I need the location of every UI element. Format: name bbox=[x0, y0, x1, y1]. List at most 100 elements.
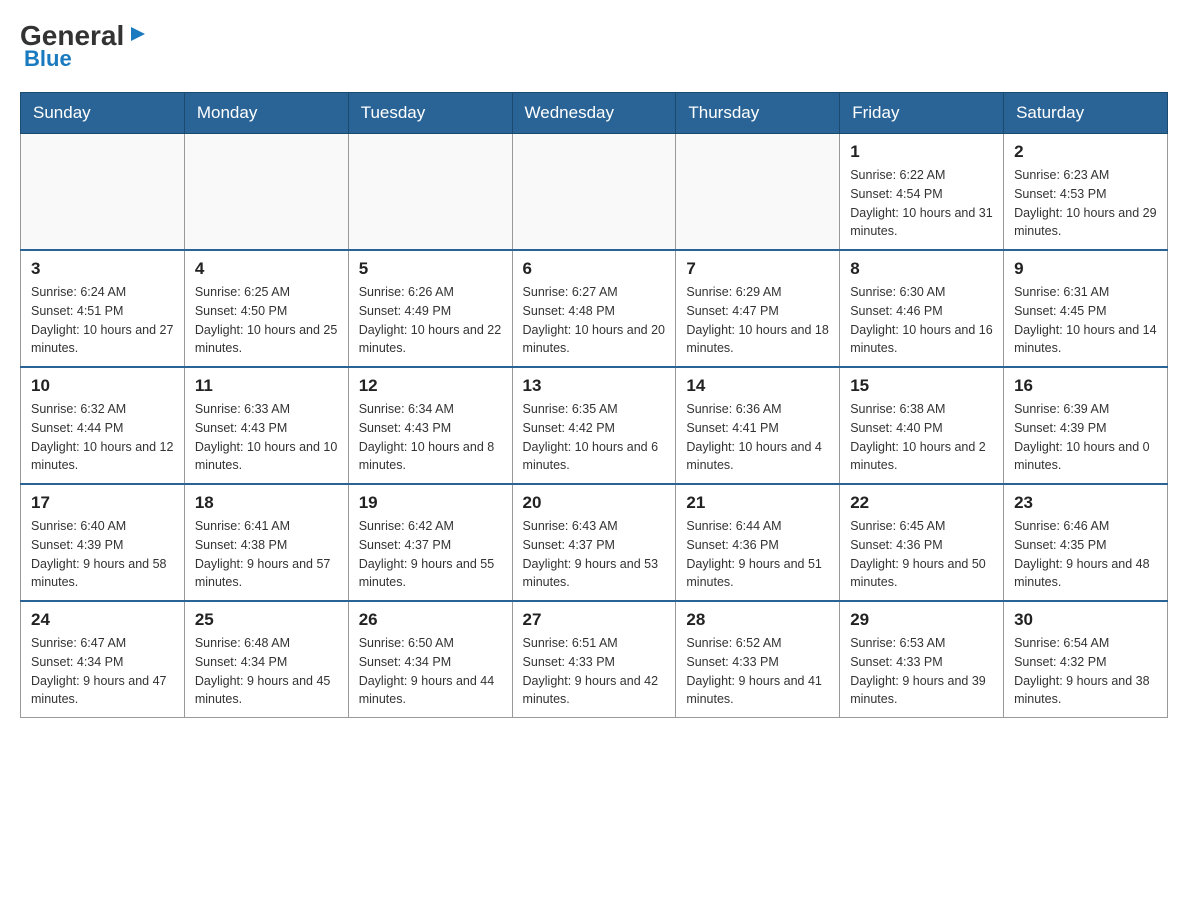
calendar-cell: 10 Sunrise: 6:32 AMSunset: 4:44 PMDayligh… bbox=[21, 367, 185, 484]
calendar-cell: 17 Sunrise: 6:40 AMSunset: 4:39 PMDayligh… bbox=[21, 484, 185, 601]
day-info: Sunrise: 6:26 AMSunset: 4:49 PMDaylight:… bbox=[359, 283, 502, 358]
calendar-cell: 11 Sunrise: 6:33 AMSunset: 4:43 PMDayligh… bbox=[184, 367, 348, 484]
calendar-cell: 1 Sunrise: 6:22 AMSunset: 4:54 PMDaylight… bbox=[840, 134, 1004, 251]
day-number: 18 bbox=[195, 493, 338, 513]
weekday-header-tuesday: Tuesday bbox=[348, 93, 512, 134]
calendar-cell: 2 Sunrise: 6:23 AMSunset: 4:53 PMDaylight… bbox=[1004, 134, 1168, 251]
day-info: Sunrise: 6:30 AMSunset: 4:46 PMDaylight:… bbox=[850, 283, 993, 358]
day-number: 26 bbox=[359, 610, 502, 630]
day-info: Sunrise: 6:32 AMSunset: 4:44 PMDaylight:… bbox=[31, 400, 174, 475]
day-number: 3 bbox=[31, 259, 174, 279]
weekday-header-saturday: Saturday bbox=[1004, 93, 1168, 134]
calendar-cell bbox=[348, 134, 512, 251]
day-info: Sunrise: 6:29 AMSunset: 4:47 PMDaylight:… bbox=[686, 283, 829, 358]
week-row-4: 17 Sunrise: 6:40 AMSunset: 4:39 PMDayligh… bbox=[21, 484, 1168, 601]
day-number: 1 bbox=[850, 142, 993, 162]
logo-arrow-icon bbox=[127, 23, 149, 45]
week-row-2: 3 Sunrise: 6:24 AMSunset: 4:51 PMDaylight… bbox=[21, 250, 1168, 367]
day-info: Sunrise: 6:53 AMSunset: 4:33 PMDaylight:… bbox=[850, 634, 993, 709]
day-info: Sunrise: 6:47 AMSunset: 4:34 PMDaylight:… bbox=[31, 634, 174, 709]
day-info: Sunrise: 6:39 AMSunset: 4:39 PMDaylight:… bbox=[1014, 400, 1157, 475]
calendar-cell: 4 Sunrise: 6:25 AMSunset: 4:50 PMDaylight… bbox=[184, 250, 348, 367]
calendar-cell: 12 Sunrise: 6:34 AMSunset: 4:43 PMDayligh… bbox=[348, 367, 512, 484]
calendar-cell: 24Sunrise: 6:47 AMSunset: 4:34 PMDayligh… bbox=[21, 601, 185, 718]
day-number: 15 bbox=[850, 376, 993, 396]
calendar-cell: 14Sunrise: 6:36 AMSunset: 4:41 PMDayligh… bbox=[676, 367, 840, 484]
calendar-cell bbox=[676, 134, 840, 251]
day-number: 21 bbox=[686, 493, 829, 513]
day-number: 23 bbox=[1014, 493, 1157, 513]
day-info: Sunrise: 6:54 AMSunset: 4:32 PMDaylight:… bbox=[1014, 634, 1157, 709]
calendar-cell: 18 Sunrise: 6:41 AMSunset: 4:38 PMDayligh… bbox=[184, 484, 348, 601]
calendar-cell bbox=[184, 134, 348, 251]
calendar-cell: 29 Sunrise: 6:53 AMSunset: 4:33 PMDayligh… bbox=[840, 601, 1004, 718]
calendar-cell bbox=[512, 134, 676, 251]
calendar-cell: 30 Sunrise: 6:54 AMSunset: 4:32 PMDayligh… bbox=[1004, 601, 1168, 718]
calendar-cell: 6 Sunrise: 6:27 AMSunset: 4:48 PMDaylight… bbox=[512, 250, 676, 367]
day-number: 4 bbox=[195, 259, 338, 279]
day-info: Sunrise: 6:44 AMSunset: 4:36 PMDaylight:… bbox=[686, 517, 829, 592]
calendar-cell: 28Sunrise: 6:52 AMSunset: 4:33 PMDayligh… bbox=[676, 601, 840, 718]
week-row-5: 24Sunrise: 6:47 AMSunset: 4:34 PMDayligh… bbox=[21, 601, 1168, 718]
calendar-cell: 7 Sunrise: 6:29 AMSunset: 4:47 PMDaylight… bbox=[676, 250, 840, 367]
day-info: Sunrise: 6:38 AMSunset: 4:40 PMDaylight:… bbox=[850, 400, 993, 475]
calendar-cell: 3 Sunrise: 6:24 AMSunset: 4:51 PMDaylight… bbox=[21, 250, 185, 367]
day-number: 10 bbox=[31, 376, 174, 396]
calendar-cell: 5 Sunrise: 6:26 AMSunset: 4:49 PMDaylight… bbox=[348, 250, 512, 367]
calendar-cell: 27 Sunrise: 6:51 AMSunset: 4:33 PMDayligh… bbox=[512, 601, 676, 718]
day-info: Sunrise: 6:46 AMSunset: 4:35 PMDaylight:… bbox=[1014, 517, 1157, 592]
day-number: 6 bbox=[523, 259, 666, 279]
day-info: Sunrise: 6:33 AMSunset: 4:43 PMDaylight:… bbox=[195, 400, 338, 475]
day-info: Sunrise: 6:34 AMSunset: 4:43 PMDaylight:… bbox=[359, 400, 502, 475]
calendar-cell: 19 Sunrise: 6:42 AMSunset: 4:37 PMDayligh… bbox=[348, 484, 512, 601]
day-number: 27 bbox=[523, 610, 666, 630]
week-row-3: 10 Sunrise: 6:32 AMSunset: 4:44 PMDayligh… bbox=[21, 367, 1168, 484]
day-info: Sunrise: 6:41 AMSunset: 4:38 PMDaylight:… bbox=[195, 517, 338, 592]
day-number: 25 bbox=[195, 610, 338, 630]
day-number: 9 bbox=[1014, 259, 1157, 279]
weekday-header-thursday: Thursday bbox=[676, 93, 840, 134]
day-info: Sunrise: 6:36 AMSunset: 4:41 PMDaylight:… bbox=[686, 400, 829, 475]
day-info: Sunrise: 6:35 AMSunset: 4:42 PMDaylight:… bbox=[523, 400, 666, 475]
weekday-header-row: SundayMondayTuesdayWednesdayThursdayFrid… bbox=[21, 93, 1168, 134]
day-number: 12 bbox=[359, 376, 502, 396]
day-number: 30 bbox=[1014, 610, 1157, 630]
day-info: Sunrise: 6:40 AMSunset: 4:39 PMDaylight:… bbox=[31, 517, 174, 592]
week-row-1: 1 Sunrise: 6:22 AMSunset: 4:54 PMDaylight… bbox=[21, 134, 1168, 251]
day-number: 13 bbox=[523, 376, 666, 396]
calendar-cell: 20Sunrise: 6:43 AMSunset: 4:37 PMDayligh… bbox=[512, 484, 676, 601]
day-number: 29 bbox=[850, 610, 993, 630]
day-number: 20 bbox=[523, 493, 666, 513]
logo-blue-text: Blue bbox=[24, 46, 72, 72]
calendar-cell: 16 Sunrise: 6:39 AMSunset: 4:39 PMDayligh… bbox=[1004, 367, 1168, 484]
calendar-cell: 13 Sunrise: 6:35 AMSunset: 4:42 PMDayligh… bbox=[512, 367, 676, 484]
weekday-header-sunday: Sunday bbox=[21, 93, 185, 134]
day-info: Sunrise: 6:45 AMSunset: 4:36 PMDaylight:… bbox=[850, 517, 993, 592]
day-number: 17 bbox=[31, 493, 174, 513]
day-number: 19 bbox=[359, 493, 502, 513]
logo: General Blue bbox=[20, 20, 149, 72]
day-info: Sunrise: 6:51 AMSunset: 4:33 PMDaylight:… bbox=[523, 634, 666, 709]
calendar-cell: 15 Sunrise: 6:38 AMSunset: 4:40 PMDayligh… bbox=[840, 367, 1004, 484]
calendar-cell: 8Sunrise: 6:30 AMSunset: 4:46 PMDaylight… bbox=[840, 250, 1004, 367]
calendar-cell: 21 Sunrise: 6:44 AMSunset: 4:36 PMDayligh… bbox=[676, 484, 840, 601]
day-number: 5 bbox=[359, 259, 502, 279]
day-info: Sunrise: 6:23 AMSunset: 4:53 PMDaylight:… bbox=[1014, 166, 1157, 241]
weekday-header-monday: Monday bbox=[184, 93, 348, 134]
weekday-header-wednesday: Wednesday bbox=[512, 93, 676, 134]
day-number: 2 bbox=[1014, 142, 1157, 162]
calendar-cell: 9Sunrise: 6:31 AMSunset: 4:45 PMDaylight… bbox=[1004, 250, 1168, 367]
day-number: 11 bbox=[195, 376, 338, 396]
day-number: 16 bbox=[1014, 376, 1157, 396]
day-number: 7 bbox=[686, 259, 829, 279]
day-number: 28 bbox=[686, 610, 829, 630]
day-info: Sunrise: 6:42 AMSunset: 4:37 PMDaylight:… bbox=[359, 517, 502, 592]
day-info: Sunrise: 6:22 AMSunset: 4:54 PMDaylight:… bbox=[850, 166, 993, 241]
calendar-cell: 22 Sunrise: 6:45 AMSunset: 4:36 PMDayligh… bbox=[840, 484, 1004, 601]
day-number: 22 bbox=[850, 493, 993, 513]
day-info: Sunrise: 6:24 AMSunset: 4:51 PMDaylight:… bbox=[31, 283, 174, 358]
day-info: Sunrise: 6:27 AMSunset: 4:48 PMDaylight:… bbox=[523, 283, 666, 358]
weekday-header-friday: Friday bbox=[840, 93, 1004, 134]
day-info: Sunrise: 6:50 AMSunset: 4:34 PMDaylight:… bbox=[359, 634, 502, 709]
day-info: Sunrise: 6:25 AMSunset: 4:50 PMDaylight:… bbox=[195, 283, 338, 358]
